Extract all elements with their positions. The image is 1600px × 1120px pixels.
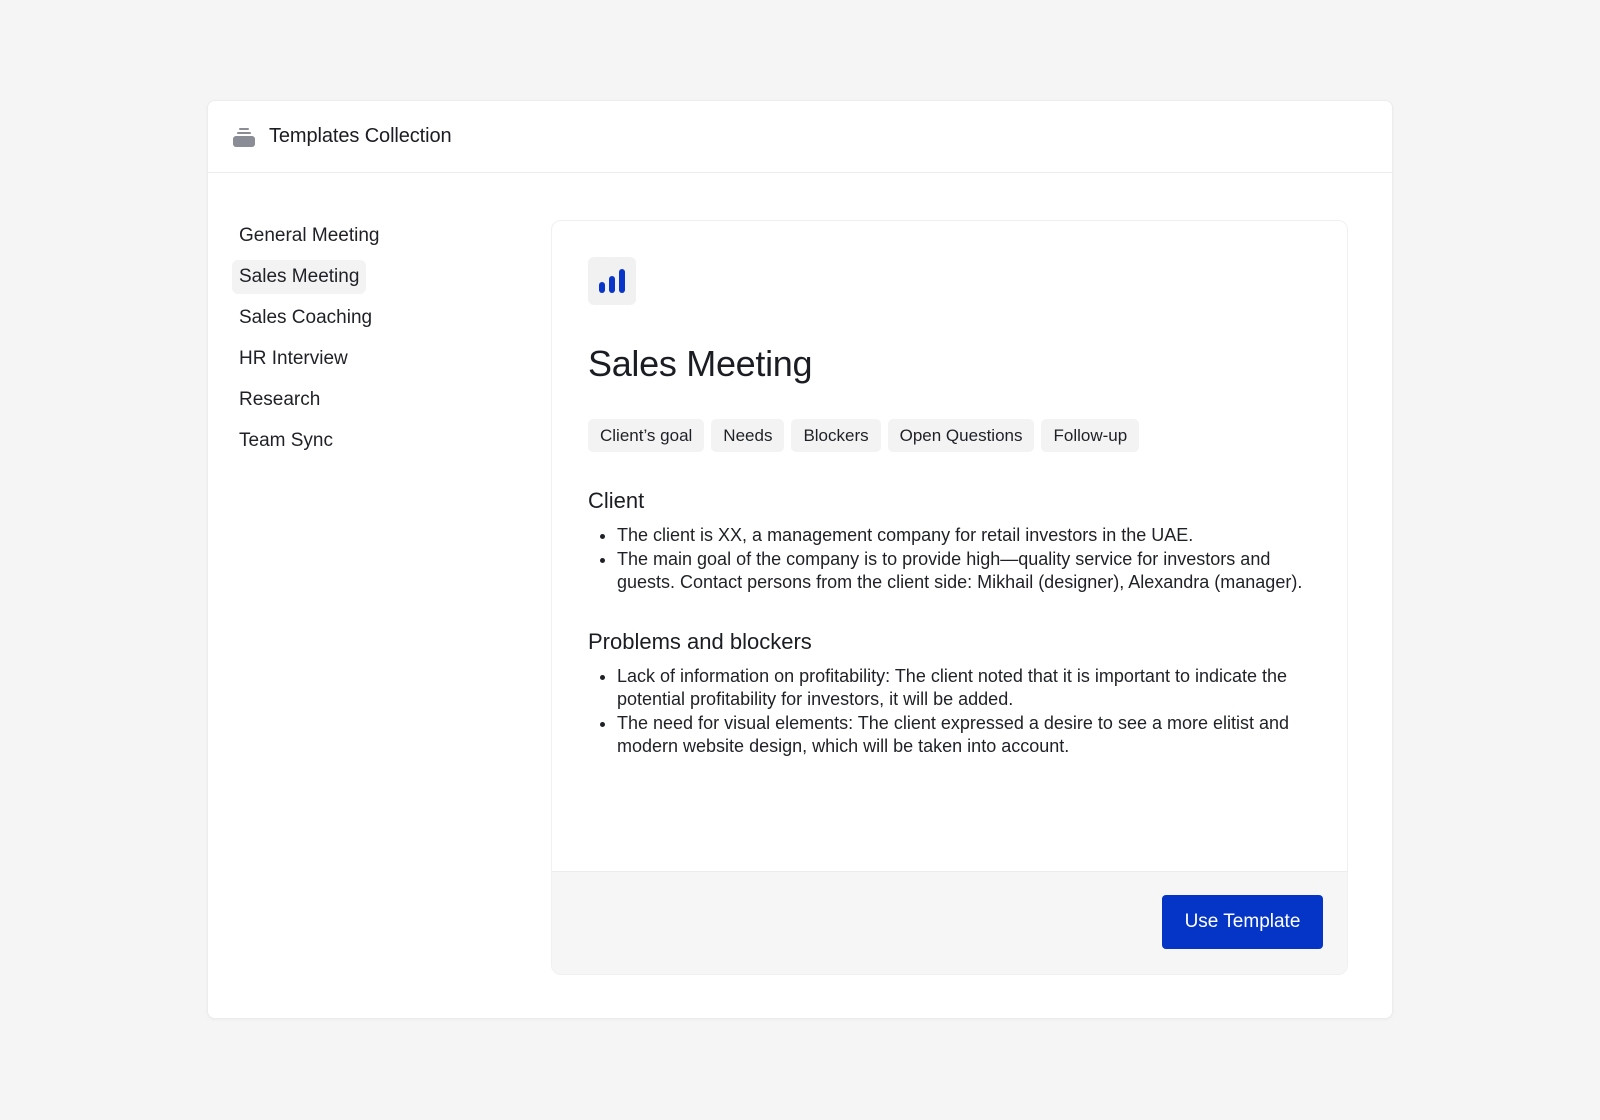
template-preview-body: Sales Meeting Client’s goal Needs Blocke… — [552, 221, 1347, 873]
template-preview-card: Sales Meeting Client’s goal Needs Blocke… — [551, 220, 1348, 975]
list-item: The need for visual elements: The client… — [617, 712, 1311, 759]
use-template-button[interactable]: Use Template — [1162, 895, 1323, 949]
tag-blockers[interactable]: Blockers — [791, 419, 881, 452]
tag-follow-up[interactable]: Follow-up — [1041, 419, 1140, 452]
window-header: Templates Collection — [208, 101, 1392, 173]
list-item: The main goal of the company is to provi… — [617, 548, 1311, 595]
sidebar-item-research[interactable]: Research — [232, 383, 327, 417]
card-footer: Use Template — [552, 871, 1347, 974]
tag-open-questions[interactable]: Open Questions — [887, 419, 1035, 452]
section-title-problems: Problems and blockers — [588, 628, 812, 654]
sidebar-item-sales-meeting[interactable]: Sales Meeting — [232, 260, 367, 294]
bar-chart-icon — [588, 257, 636, 305]
client-bullets: The client is XX, a management company f… — [588, 524, 1311, 595]
section-tags: Client’s goal Needs Blockers Open Questi… — [588, 419, 1311, 452]
template-title: Sales Meeting — [588, 343, 813, 384]
window-title: Templates Collection — [269, 125, 452, 147]
tag-needs[interactable]: Needs — [711, 419, 785, 452]
sidebar-item-team-sync[interactable]: Team Sync — [232, 424, 340, 458]
templates-stack-icon — [233, 127, 255, 147]
templates-window: Templates Collection General Meeting Sal… — [207, 100, 1393, 1019]
sidebar-item-general-meeting[interactable]: General Meeting — [232, 219, 386, 253]
list-item: Lack of information on profitability: Th… — [617, 665, 1311, 712]
list-item: The client is XX, a management company f… — [617, 524, 1311, 548]
tag-clients-goal[interactable]: Client’s goal — [588, 419, 705, 452]
section-title-client: Client — [588, 488, 645, 513]
problems-bullets: Lack of information on profitability: Th… — [588, 665, 1311, 759]
sidebar-item-hr-interview[interactable]: HR Interview — [232, 342, 355, 376]
template-list: General Meeting Sales Meeting Sales Coac… — [232, 219, 492, 465]
sidebar-item-sales-coaching[interactable]: Sales Coaching — [232, 301, 379, 335]
